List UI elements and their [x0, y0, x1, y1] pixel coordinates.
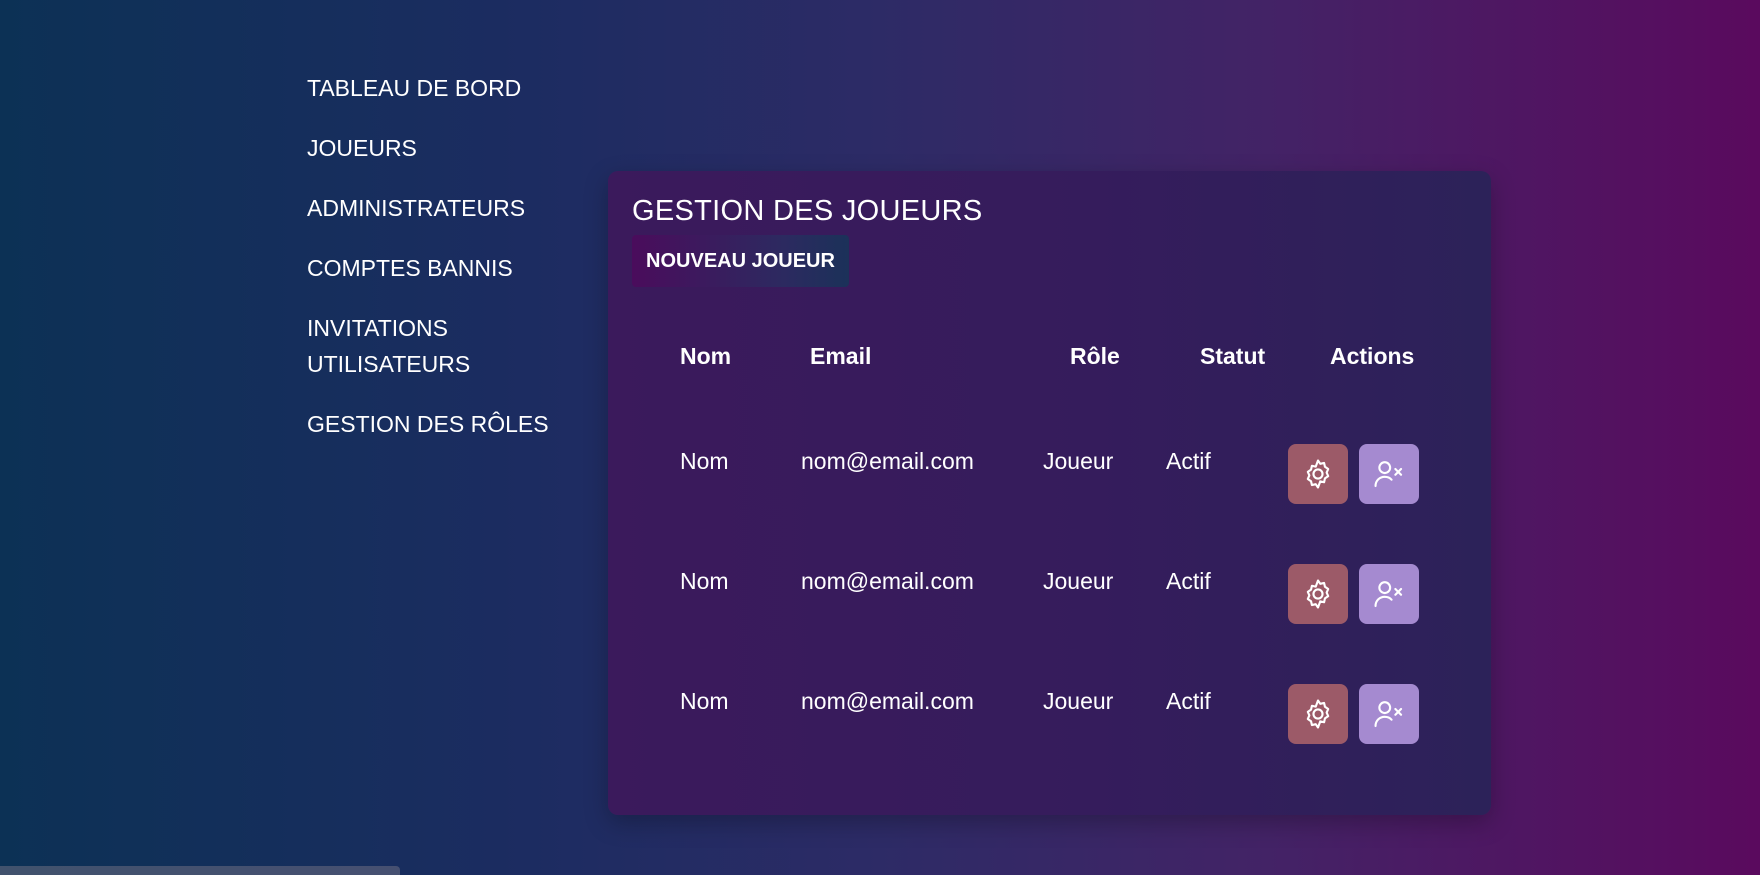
cell-email: nom@email.com: [801, 568, 974, 594]
cell-nom: Nom: [680, 448, 729, 474]
cell-role: Joueur: [1043, 448, 1114, 474]
settings-button[interactable]: [1288, 564, 1348, 624]
cell-email: nom@email.com: [801, 688, 974, 714]
column-header-email: Email: [810, 343, 872, 369]
browser-status-bar: [0, 866, 400, 875]
settings-button[interactable]: [1288, 444, 1348, 504]
new-player-button[interactable]: NOUVEAU JOUEUR: [632, 235, 849, 287]
column-header-actions: Actions: [1330, 343, 1415, 369]
sidebar-item-joueurs[interactable]: JOUEURS: [307, 130, 567, 166]
settings-button[interactable]: [1288, 684, 1348, 744]
column-header-role: Rôle: [1070, 343, 1120, 369]
cell-statut: Actif: [1166, 568, 1211, 594]
remove-user-button[interactable]: [1359, 444, 1419, 504]
remove-user-button[interactable]: [1359, 684, 1419, 744]
cell-role: Joueur: [1043, 688, 1114, 714]
sidebar-item-invitations-utilisateurs[interactable]: INVITATIONS UTILISATEURS: [307, 310, 517, 382]
sidebar-item-tableau-de-bord[interactable]: TABLEAU DE BORD: [307, 70, 567, 106]
column-header-statut: Statut: [1200, 343, 1266, 369]
cell-role: Joueur: [1043, 568, 1114, 594]
sidebar: TABLEAU DE BORD JOUEURS ADMINISTRATEURS …: [307, 70, 567, 466]
gear-icon: [1306, 459, 1330, 489]
sidebar-item-comptes-bannis[interactable]: COMPTES BANNIS: [307, 250, 567, 286]
user-remove-icon: [1374, 461, 1403, 488]
cell-statut: Actif: [1166, 688, 1211, 714]
page-title: GESTION DES JOUEURS: [632, 195, 983, 227]
column-header-nom: Nom: [680, 343, 732, 369]
user-remove-icon: [1374, 581, 1403, 608]
cell-nom: Nom: [680, 688, 729, 714]
gear-icon: [1306, 579, 1330, 609]
cell-nom: Nom: [680, 568, 729, 594]
user-remove-icon: [1374, 701, 1403, 728]
sidebar-item-administrateurs[interactable]: ADMINISTRATEURS: [307, 190, 567, 226]
players-card: GESTION DES JOUEURS NOUVEAU JOUEUR Nom E…: [608, 171, 1491, 815]
gear-icon: [1306, 699, 1330, 729]
cell-statut: Actif: [1166, 448, 1211, 474]
cell-email: nom@email.com: [801, 448, 974, 474]
remove-user-button[interactable]: [1359, 564, 1419, 624]
sidebar-item-gestion-des-roles[interactable]: GESTION DES RÔLES: [307, 406, 567, 442]
